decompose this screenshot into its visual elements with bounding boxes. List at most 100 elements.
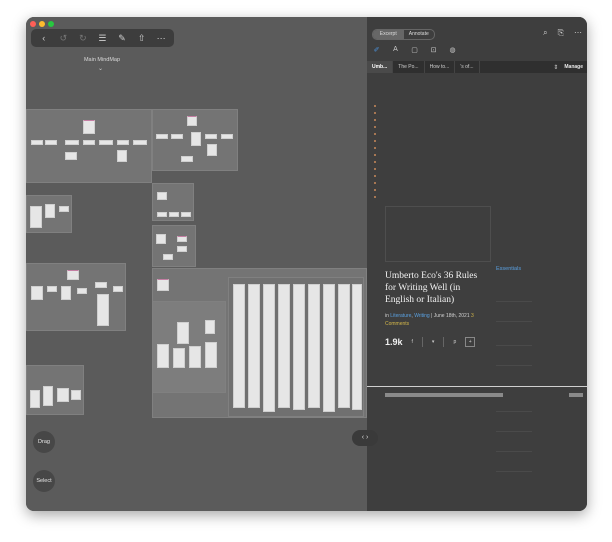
category-link[interactable]: Literature bbox=[390, 313, 411, 319]
mindmap-node[interactable] bbox=[45, 140, 57, 145]
mindmap-node[interactable] bbox=[45, 204, 55, 218]
mindmap-node[interactable] bbox=[156, 134, 168, 139]
mindmap-node[interactable] bbox=[181, 156, 193, 162]
select-mode-button[interactable]: Select bbox=[33, 470, 55, 492]
rectangle-select-icon[interactable]: ▢ bbox=[410, 46, 419, 54]
mindmap-node[interactable] bbox=[181, 212, 191, 217]
undo-icon[interactable]: ↺ bbox=[56, 29, 70, 47]
mindmap-node[interactable] bbox=[117, 140, 129, 145]
mindmap-node[interactable] bbox=[157, 212, 167, 217]
mindmap-node[interactable] bbox=[31, 140, 43, 145]
pinterest-icon[interactable]: p bbox=[453, 339, 456, 345]
bookmark-icon[interactable]: ⎘ bbox=[558, 28, 564, 38]
mindmap-node[interactable] bbox=[205, 134, 217, 139]
mindmap-node[interactable] bbox=[83, 120, 95, 134]
mindmap-node[interactable] bbox=[157, 344, 169, 368]
mindmap-node[interactable] bbox=[71, 390, 81, 400]
image-icon[interactable]: ⊡ bbox=[429, 46, 438, 54]
mindmap-title[interactable]: Main MindMap bbox=[74, 57, 130, 63]
mindmap-canvas[interactable]: ‹ ↺ ↻ ☰ ✎ ⇧ ⋯ Main MindMap ⌄ Drag Select bbox=[26, 17, 367, 511]
ellipsis-icon[interactable]: ⋯ bbox=[154, 29, 168, 47]
scroll-indicator[interactable] bbox=[385, 393, 503, 397]
mindmap-region[interactable] bbox=[152, 183, 194, 221]
mindmap-node[interactable] bbox=[173, 348, 185, 368]
mindmap-node[interactable] bbox=[323, 284, 335, 412]
facebook-icon[interactable]: f bbox=[412, 339, 413, 345]
mindmap-node[interactable] bbox=[43, 386, 53, 406]
mindmap-node[interactable] bbox=[177, 236, 187, 242]
chevron-updown-icon[interactable]: ⇕ bbox=[553, 64, 558, 71]
share-icon[interactable]: ⇧ bbox=[135, 29, 149, 47]
mindmap-node[interactable] bbox=[31, 286, 43, 300]
twitter-icon[interactable]: ▾ bbox=[432, 339, 435, 345]
excerpt-segment[interactable]: Excerpt bbox=[373, 30, 404, 39]
mindmap-node[interactable] bbox=[263, 284, 275, 412]
mindmap-region[interactable] bbox=[228, 277, 364, 417]
mindmap-node[interactable] bbox=[99, 140, 113, 145]
pen-icon[interactable]: ✐ bbox=[372, 46, 381, 54]
mindmap-region[interactable] bbox=[26, 195, 72, 233]
drag-mode-button[interactable]: Drag bbox=[33, 431, 55, 453]
ellipsis-icon[interactable]: ⋯ bbox=[574, 28, 582, 38]
mindmap-node[interactable] bbox=[133, 140, 147, 145]
globe-icon[interactable]: ◍ bbox=[448, 46, 457, 54]
plus-icon[interactable]: + bbox=[465, 337, 476, 347]
manage-button[interactable]: Manage bbox=[564, 64, 583, 70]
mindmap-node[interactable] bbox=[177, 246, 187, 252]
mindmap-node[interactable] bbox=[47, 286, 57, 292]
redo-icon[interactable]: ↻ bbox=[76, 29, 90, 47]
mindmap-node[interactable] bbox=[308, 284, 320, 408]
mindmap-region[interactable] bbox=[26, 365, 84, 415]
mindmap-node[interactable] bbox=[171, 134, 183, 139]
zoom-window-button[interactable] bbox=[48, 21, 54, 27]
mindmap-node[interactable] bbox=[187, 116, 197, 126]
highlighter-icon[interactable]: A bbox=[391, 46, 400, 54]
mindmap-node[interactable] bbox=[156, 234, 166, 244]
minimize-window-button[interactable] bbox=[39, 21, 45, 27]
close-window-button[interactable] bbox=[30, 21, 36, 27]
mindmap-node[interactable] bbox=[117, 150, 127, 162]
mindmap-region[interactable] bbox=[152, 109, 238, 171]
list-icon[interactable]: ☰ bbox=[95, 29, 109, 47]
essentials-link[interactable]: Essentials bbox=[496, 266, 521, 272]
mindmap-node[interactable] bbox=[77, 288, 87, 294]
mindmap-node[interactable] bbox=[189, 346, 201, 368]
mindmap-node[interactable] bbox=[95, 282, 107, 288]
tab-the-po[interactable]: The Po... bbox=[393, 61, 425, 73]
mindmap-node[interactable] bbox=[30, 206, 42, 228]
scroll-indicator[interactable] bbox=[569, 393, 583, 397]
mindmap-node[interactable] bbox=[207, 144, 217, 156]
mindmap-node[interactable] bbox=[205, 342, 217, 368]
chevron-left-icon[interactable]: ‹ bbox=[37, 29, 51, 47]
mindmap-node[interactable] bbox=[338, 284, 350, 408]
mindmap-node[interactable] bbox=[83, 140, 95, 145]
category-link[interactable]: Writing bbox=[414, 313, 429, 319]
mindmap-node[interactable] bbox=[221, 134, 233, 139]
mindmap-node[interactable] bbox=[57, 388, 69, 402]
mindmap-node[interactable] bbox=[233, 284, 245, 408]
mindmap-node[interactable] bbox=[278, 284, 290, 408]
mindmap-node[interactable] bbox=[65, 152, 77, 160]
annotate-segment[interactable]: Annotate bbox=[404, 30, 435, 39]
mindmap-region[interactable] bbox=[152, 301, 226, 393]
tab-s-of[interactable]: 's of... bbox=[455, 61, 480, 73]
chevron-down-icon[interactable]: ⌄ bbox=[98, 65, 103, 72]
tab-umberto[interactable]: Umb... bbox=[367, 61, 394, 73]
mindmap-node[interactable] bbox=[248, 284, 260, 408]
mindmap-node[interactable] bbox=[97, 294, 109, 326]
mindmap-node[interactable] bbox=[169, 212, 179, 217]
mindmap-node[interactable] bbox=[205, 320, 215, 334]
mindmap-node[interactable] bbox=[113, 286, 123, 292]
mindmap-node[interactable] bbox=[163, 254, 173, 260]
search-icon[interactable]: ⌕ bbox=[543, 28, 547, 38]
mindmap-region[interactable] bbox=[26, 263, 126, 331]
mindmap-node[interactable] bbox=[59, 206, 69, 212]
edit-icon[interactable]: ✎ bbox=[115, 29, 129, 47]
mindmap-region[interactable] bbox=[152, 225, 196, 267]
tab-how-to[interactable]: How to... bbox=[425, 61, 456, 73]
mindmap-node[interactable] bbox=[352, 284, 362, 410]
mindmap-node[interactable] bbox=[30, 390, 40, 408]
mindmap-region[interactable] bbox=[26, 109, 152, 183]
split-view-toggle[interactable]: ‹ › bbox=[352, 430, 378, 446]
mindmap-node[interactable] bbox=[67, 270, 79, 280]
